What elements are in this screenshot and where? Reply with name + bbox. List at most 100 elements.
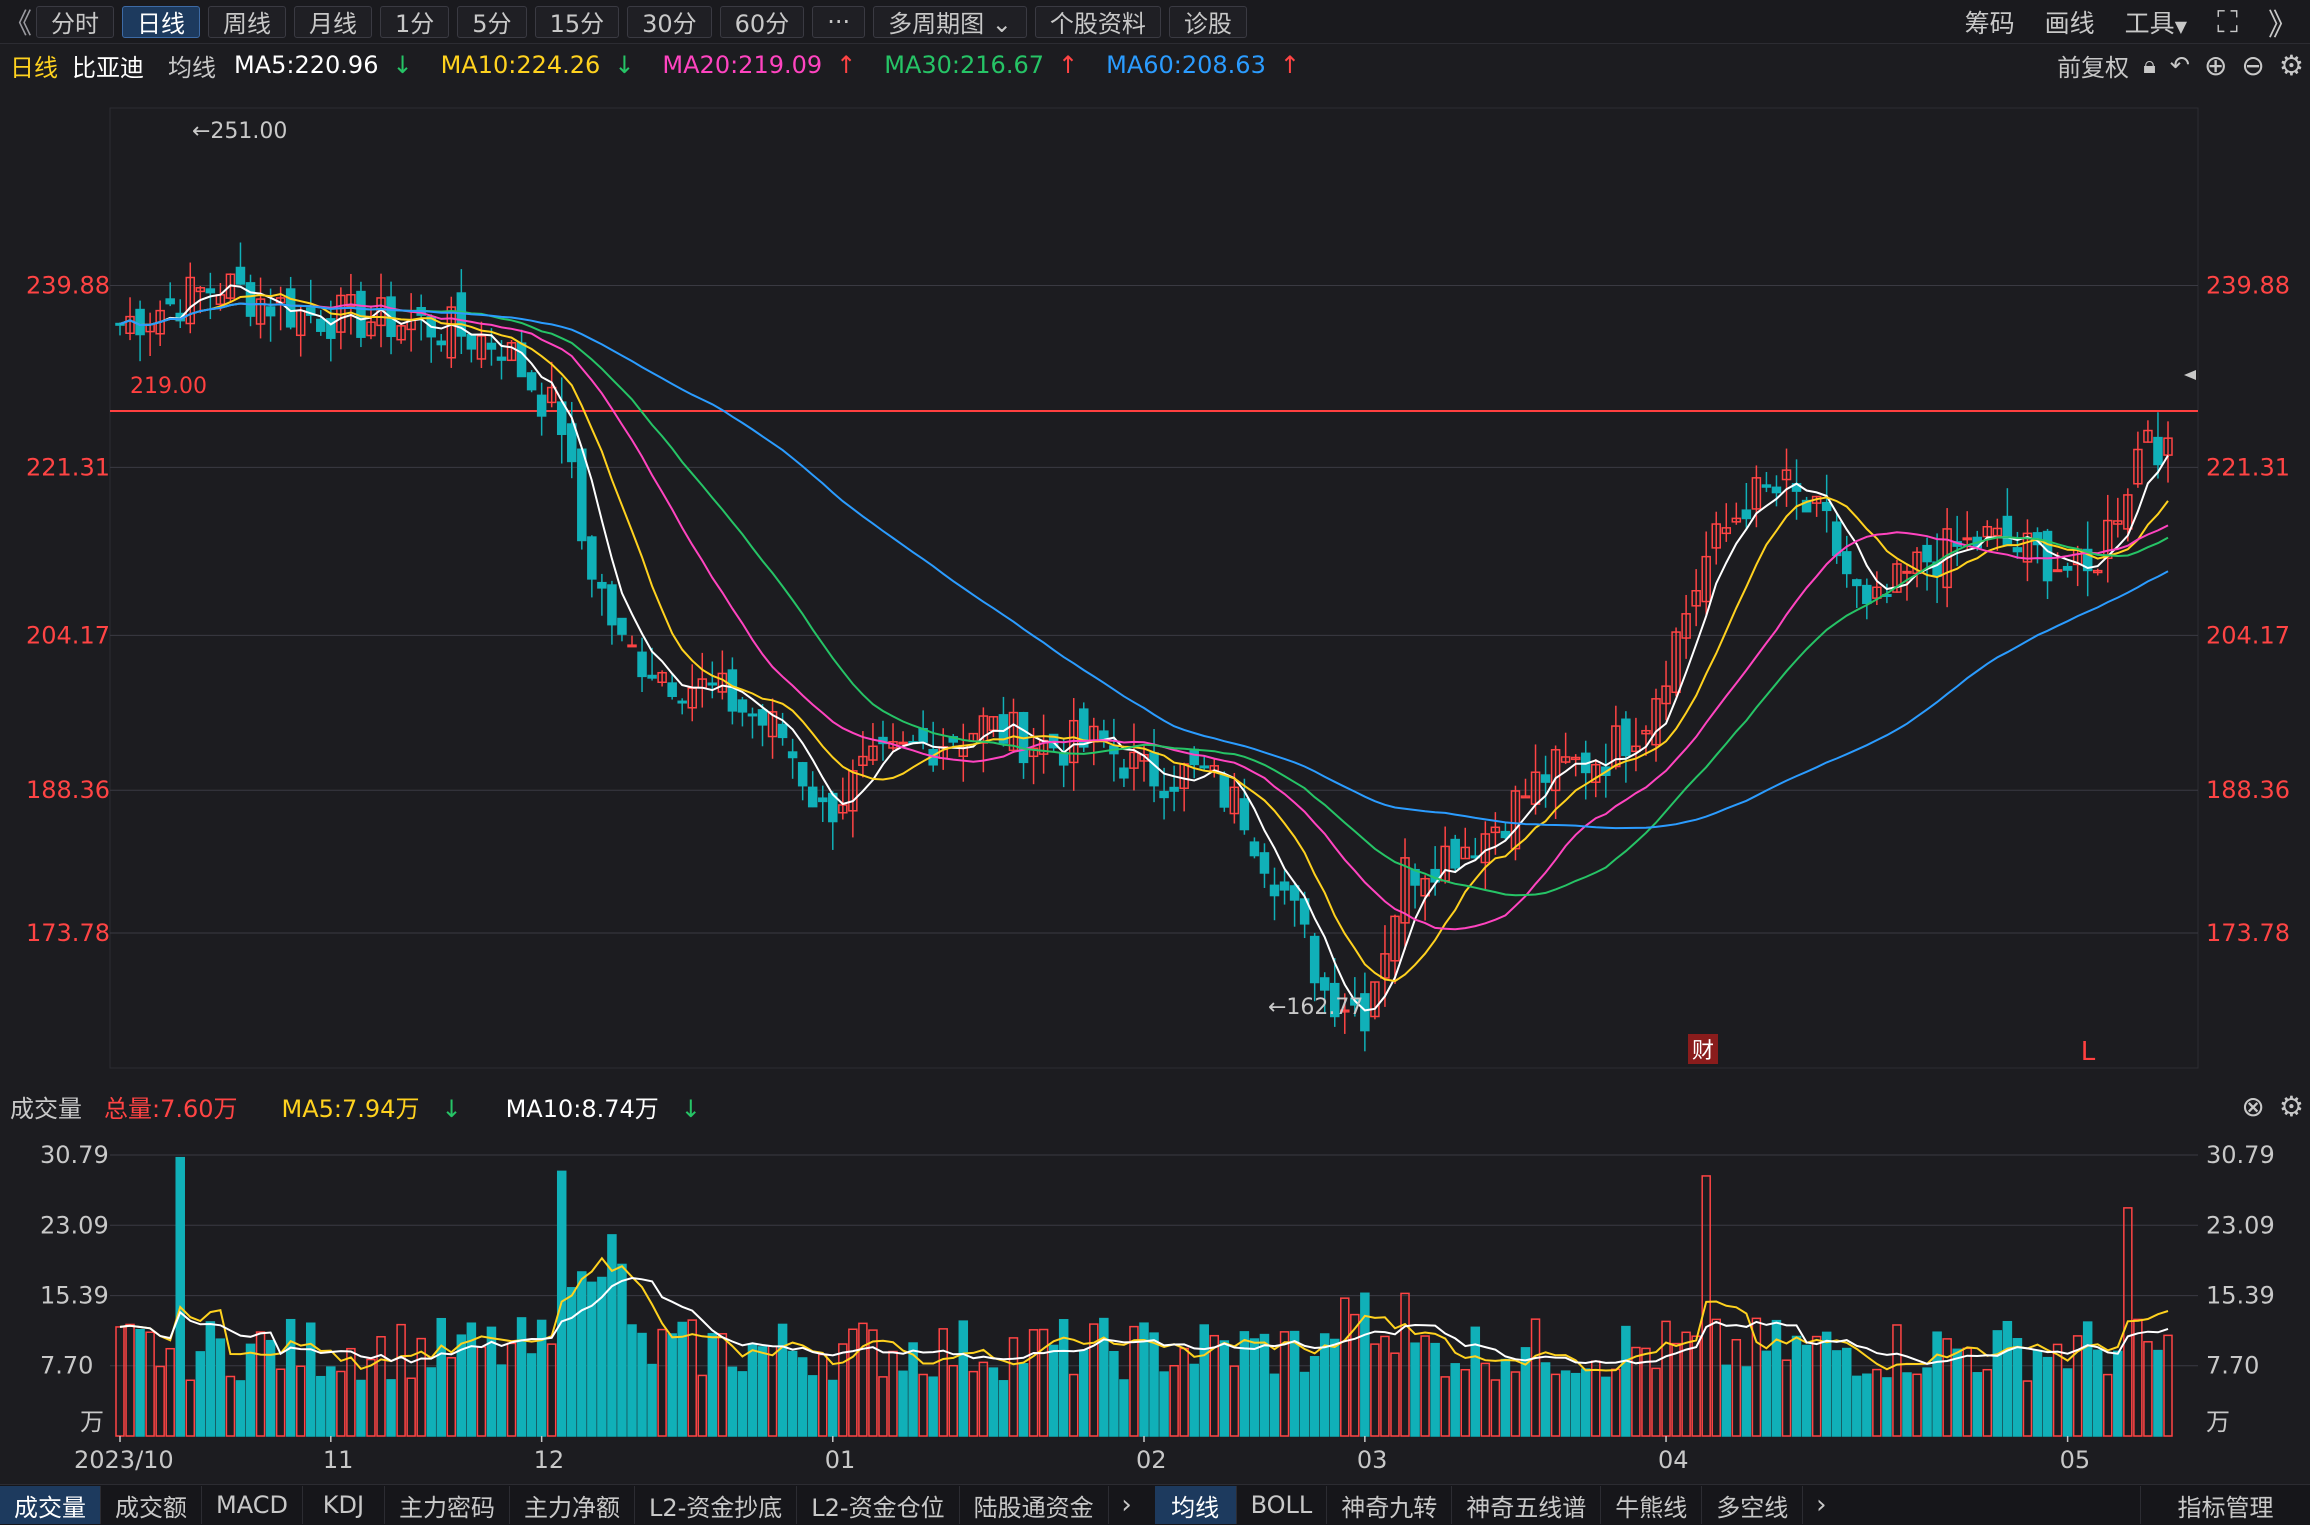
indicator-tab-8[interactable]: 陆股通资金 xyxy=(960,1486,1109,1524)
toolbar-right: 筹码 画线 工具▼ ⛶ 》 xyxy=(1965,0,2310,44)
volume-bar xyxy=(2103,1373,2113,1437)
draw-button[interactable]: 画线 xyxy=(2045,4,2095,40)
volume-bar xyxy=(2042,1356,2053,1437)
candle-body xyxy=(607,584,617,626)
period-button-5[interactable]: 5分 xyxy=(457,5,527,38)
volume-bar xyxy=(2052,1343,2063,1437)
adjust-mode-button[interactable]: 前复权 xyxy=(2057,48,2129,83)
period-button-11[interactable]: 个股资料 xyxy=(1034,5,1161,38)
collapse-left-icon[interactable]: 《 xyxy=(0,0,36,44)
period-button-9[interactable]: ··· xyxy=(812,5,866,38)
candle-body xyxy=(235,266,246,285)
volume-total: 总量:7.60万 xyxy=(104,1089,260,1124)
indicator-tab-7[interactable]: L2-资金仓位 xyxy=(797,1486,960,1524)
indicator-manage-button[interactable]: 指标管理 xyxy=(2140,1486,2310,1524)
close-panel-icon[interactable]: ⊗ xyxy=(2241,1090,2264,1123)
candle-body xyxy=(627,644,637,648)
volume-bar xyxy=(988,1367,999,1437)
lock-icon[interactable]: 🔒︎ xyxy=(2143,51,2156,79)
period-button-8[interactable]: 60分 xyxy=(719,5,805,38)
collapse-right-icon[interactable]: 》 xyxy=(2268,0,2298,44)
candle-body xyxy=(1199,765,1209,769)
volume-bar xyxy=(1319,1333,1330,1437)
period-button-2[interactable]: 周线 xyxy=(208,5,286,38)
volume-bar xyxy=(2163,1334,2173,1437)
period-button-10[interactable]: 多周期图 ⌄ xyxy=(873,5,1027,38)
candle-body xyxy=(677,700,687,704)
indicator-tab-3[interactable]: KDJ xyxy=(303,1486,385,1524)
ma20-text: MA20:219.09 xyxy=(662,51,823,79)
volume-bar xyxy=(356,1379,366,1437)
volume-bar xyxy=(2153,1349,2163,1437)
volume-bar xyxy=(376,1336,386,1437)
candle-body xyxy=(787,751,798,759)
volume-bar xyxy=(1912,1373,1922,1437)
indicator-tab-1[interactable]: 成交额 xyxy=(101,1486,202,1524)
indicator-tab-4[interactable]: 主力密码 xyxy=(385,1486,510,1524)
volume-bar xyxy=(1400,1292,1410,1437)
low-marker: ←162.77 xyxy=(1268,995,1363,1020)
period-button-1[interactable]: 日线 xyxy=(122,5,200,38)
volume-bar xyxy=(1721,1364,1732,1437)
volume-bar xyxy=(135,1328,145,1437)
fullscreen-icon[interactable]: ⛶ xyxy=(2217,5,2238,40)
period-button-4[interactable]: 1分 xyxy=(380,5,450,38)
volume-bar xyxy=(597,1276,607,1437)
tabs-next-icon[interactable]: › xyxy=(1109,1490,1145,1520)
volume-label[interactable]: 成交量 xyxy=(10,1089,82,1124)
candle-body xyxy=(667,682,677,697)
overlay-tab-1[interactable]: BOLL xyxy=(1237,1486,1328,1524)
overlay-tab-3[interactable]: 神奇五线谱 xyxy=(1452,1486,1602,1524)
zoom-out-icon[interactable]: ⊖ xyxy=(2241,49,2264,82)
volume-bar xyxy=(1510,1371,1521,1437)
volume-bar xyxy=(1580,1368,1591,1437)
period-button-0[interactable]: 分时 xyxy=(36,5,114,38)
tools-button[interactable]: 工具▼ xyxy=(2125,4,2187,40)
tools-label: 工具 xyxy=(2124,9,2175,38)
volume-bar xyxy=(1410,1342,1420,1437)
kline-chart[interactable]: 239.88 239.88 221.31 221.31 204.17 204.17 188.… xyxy=(0,84,2310,1484)
overlay-tab-0[interactable]: 均线 xyxy=(1154,1486,1237,1524)
candle-body xyxy=(265,306,276,317)
volume-bar xyxy=(326,1366,336,1437)
volume-bar xyxy=(175,1156,185,1437)
zoom-in-icon[interactable]: ⊕ xyxy=(2204,49,2227,82)
candle-body xyxy=(486,342,497,350)
overlay-tab-5[interactable]: 多空线 xyxy=(1702,1486,1804,1524)
volume-total-text: 总量:7.60万 xyxy=(104,1094,238,1123)
indicator-tab-5[interactable]: 主力净额 xyxy=(510,1486,635,1524)
candle-body xyxy=(597,581,607,589)
indicator-name[interactable]: 均线 xyxy=(168,48,216,83)
candle-body xyxy=(1249,841,1260,857)
overlay-tab-4[interactable]: 牛熊线 xyxy=(1601,1486,1703,1524)
indicator-tab-6[interactable]: L2-资金抄底 xyxy=(635,1486,798,1524)
volume-bar xyxy=(1500,1358,1511,1437)
volume-bar xyxy=(1801,1344,1812,1437)
up-arrow-icon: ↑ xyxy=(1279,51,1300,79)
indicator-tab-0[interactable]: 成交量 xyxy=(0,1486,101,1524)
volume-bar xyxy=(898,1370,908,1437)
price-tick-left: 173.78 xyxy=(26,919,110,947)
volume-bar xyxy=(1540,1362,1551,1437)
overlay-tabs-next-icon[interactable]: › xyxy=(1803,1490,1839,1520)
period-button-12[interactable]: 诊股 xyxy=(1168,5,1247,38)
volume-settings-gear-icon[interactable]: ⚙ xyxy=(2279,1090,2304,1123)
volume-tick-right: 15.39 xyxy=(2206,1282,2275,1310)
candle-body xyxy=(1621,718,1631,757)
volume-bar xyxy=(1460,1368,1471,1437)
period-button-6[interactable]: 15分 xyxy=(534,5,620,38)
candle-body xyxy=(165,298,175,305)
chips-button[interactable]: 筹码 xyxy=(1965,4,2015,40)
undo-icon[interactable]: ↶ xyxy=(2170,51,2190,79)
volume-bar xyxy=(1922,1367,1932,1437)
period-button-7[interactable]: 30分 xyxy=(627,5,712,38)
volume-bar xyxy=(627,1324,637,1437)
volume-bar xyxy=(115,1326,125,1437)
indicator-tab-2[interactable]: MACD xyxy=(202,1486,303,1524)
volume-bar xyxy=(2022,1380,2033,1437)
overlay-tab-2[interactable]: 神奇九转 xyxy=(1327,1486,1453,1524)
volume-bar xyxy=(1189,1363,1199,1437)
volume-bar xyxy=(1761,1350,1772,1437)
settings-gear-icon[interactable]: ⚙ xyxy=(2279,49,2304,82)
period-button-3[interactable]: 月线 xyxy=(294,5,372,38)
